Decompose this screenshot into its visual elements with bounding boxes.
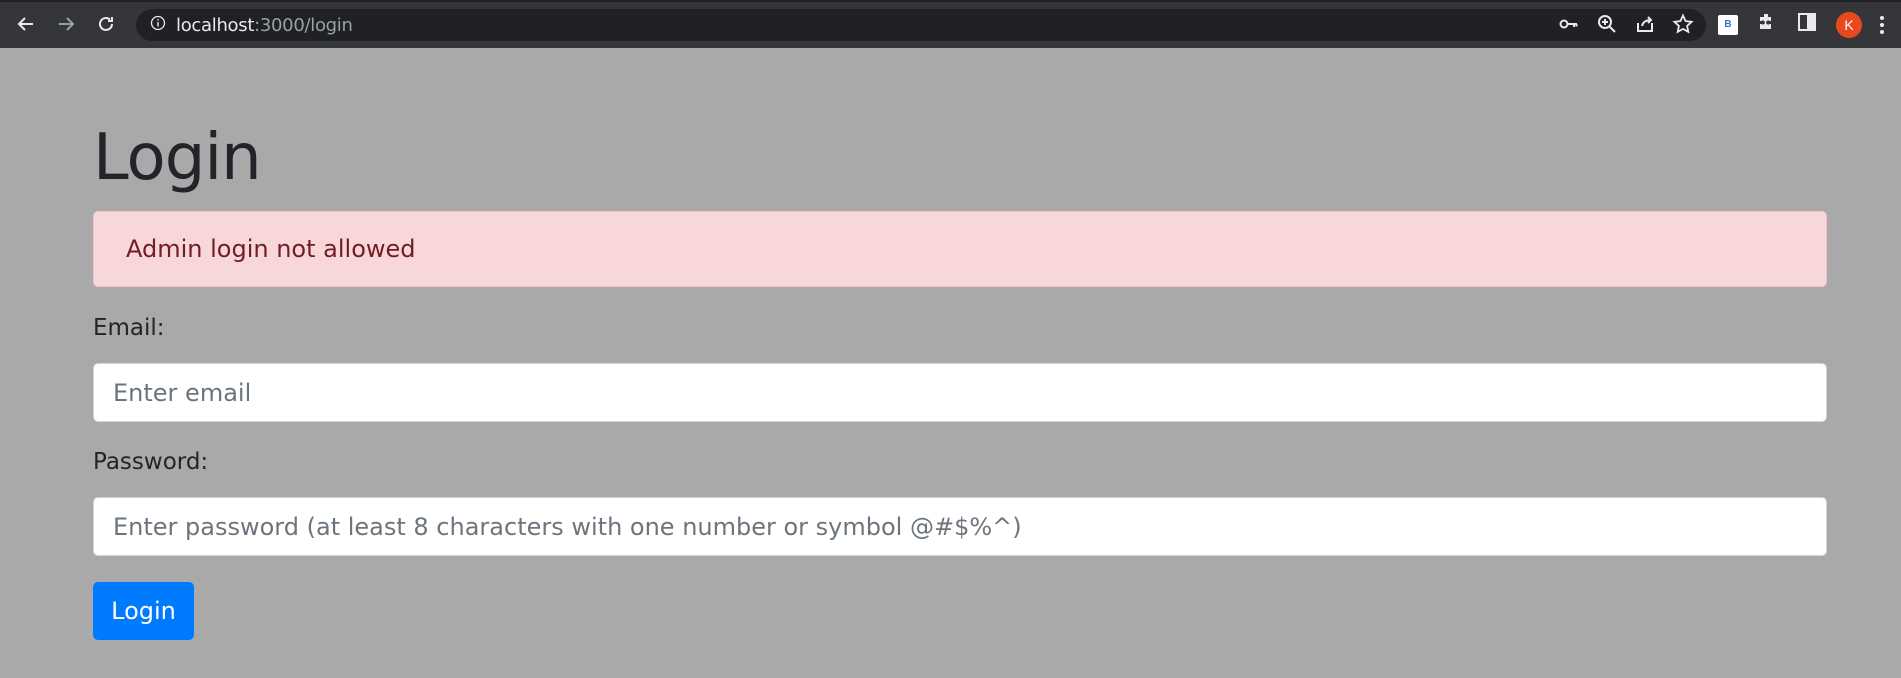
browser-toolbar: localhost:3000/login B K <box>0 0 1901 48</box>
menu-icon[interactable] <box>1880 15 1884 34</box>
email-label: Email: <box>93 315 165 341</box>
extensions-icon[interactable] <box>1756 11 1778 38</box>
profile-avatar[interactable]: K <box>1836 11 1862 38</box>
share-icon[interactable] <box>1634 13 1656 40</box>
forward-icon[interactable] <box>54 12 78 36</box>
key-icon[interactable] <box>1558 13 1580 40</box>
address-bar[interactable]: localhost:3000/login <box>136 9 1706 41</box>
extension-b-icon[interactable]: B <box>1718 14 1738 35</box>
url-path: :3000/login <box>254 14 353 36</box>
back-icon[interactable] <box>14 12 38 36</box>
star-icon[interactable] <box>1672 13 1694 40</box>
error-alert: Admin login not allowed <box>93 211 1827 287</box>
url-host: localhost <box>176 14 255 36</box>
zoom-icon[interactable] <box>1596 13 1618 40</box>
omnibox-actions <box>1558 13 1694 40</box>
password-field[interactable] <box>93 497 1827 556</box>
url-text: localhost:3000/login <box>176 15 353 36</box>
side-panel-icon[interactable] <box>1796 11 1818 38</box>
extensions-area: B K <box>1718 11 1884 38</box>
login-button[interactable]: Login <box>93 582 194 640</box>
email-field[interactable] <box>93 363 1827 422</box>
password-label: Password: <box>93 449 209 475</box>
reload-icon[interactable] <box>94 12 118 36</box>
info-icon[interactable] <box>150 15 166 36</box>
page-title: Login <box>93 121 262 195</box>
tab-strip-edge <box>0 0 1901 2</box>
